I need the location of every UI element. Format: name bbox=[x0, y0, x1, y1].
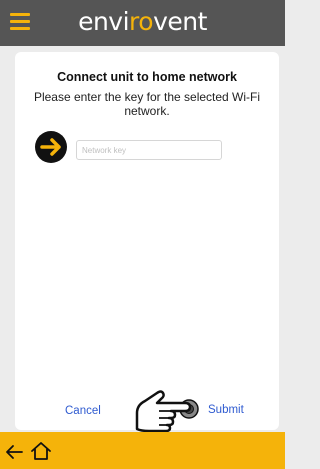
brand-part-ro: ro bbox=[129, 7, 154, 36]
pointing-hand-icon bbox=[135, 390, 199, 433]
submit-button[interactable]: Submit bbox=[208, 404, 244, 416]
arrow-right-icon[interactable] bbox=[35, 131, 67, 163]
network-key-input[interactable] bbox=[76, 140, 222, 160]
dialog-message: Please enter the key for the selected Wi… bbox=[33, 90, 261, 118]
bottom-nav-bar bbox=[0, 432, 285, 469]
dialog-title: Connect unit to home network bbox=[57, 70, 237, 84]
brand-part-vent: vent bbox=[153, 7, 207, 36]
brand-part-envi: envi bbox=[78, 7, 130, 36]
network-key-dialog: Connect unit to home network Please ente… bbox=[15, 52, 279, 433]
arrow-left-icon[interactable] bbox=[4, 442, 24, 462]
top-bar: envirovent bbox=[0, 0, 285, 46]
cancel-button[interactable]: Cancel bbox=[65, 405, 101, 417]
brand-logo: envirovent bbox=[0, 6, 285, 38]
home-icon[interactable] bbox=[30, 441, 52, 461]
